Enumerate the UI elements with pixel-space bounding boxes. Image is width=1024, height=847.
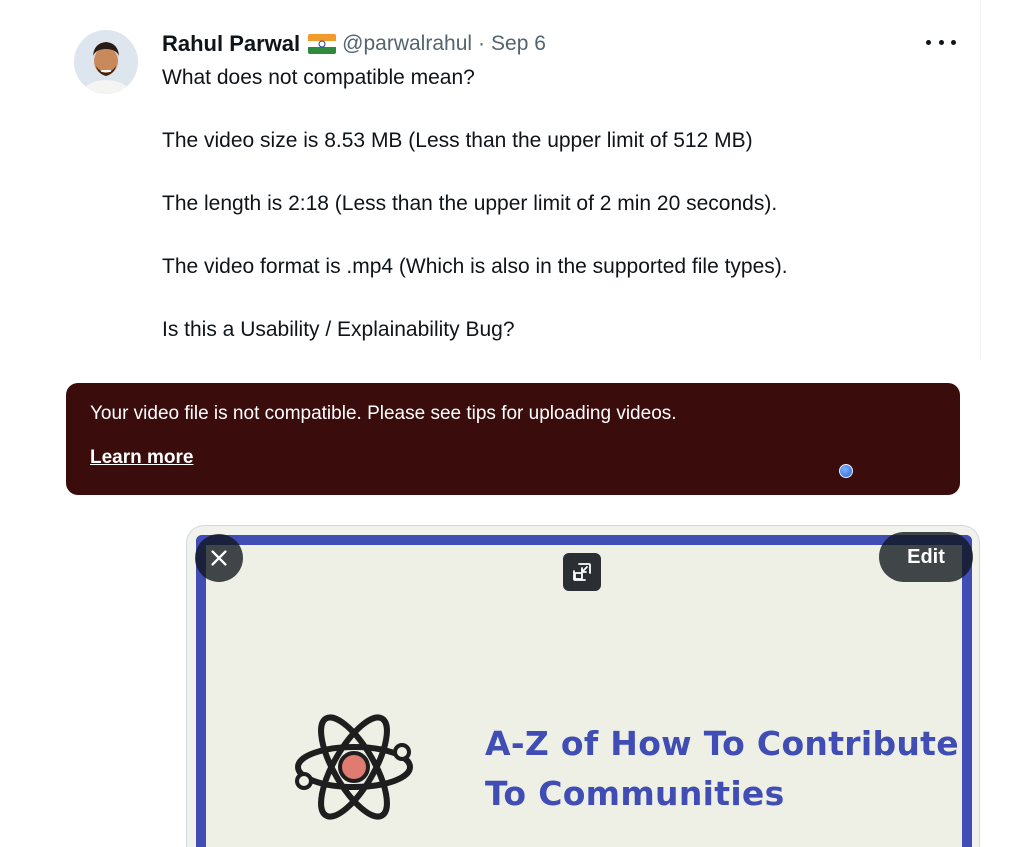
error-banner: Your video file is not compatible. Pleas…: [66, 383, 960, 495]
tweet-text-line: The video format is .mp4 (Which is also …: [162, 255, 788, 278]
header-separator: ·: [478, 32, 486, 55]
more-options-icon[interactable]: [926, 30, 956, 54]
tweet-text-line: What does not compatible mean?: [162, 66, 475, 89]
learn-more-link[interactable]: Learn more: [90, 447, 193, 469]
close-icon: [211, 550, 227, 566]
avatar-photo: [74, 30, 138, 94]
close-button[interactable]: [195, 534, 243, 582]
atom-icon: [295, 714, 413, 820]
tweet-divider: [980, 0, 981, 360]
media-attachment: A-Z of How To Contribute To Communities …: [186, 525, 980, 847]
error-message: Your video file is not compatible. Pleas…: [90, 403, 677, 424]
resize-icon: [573, 563, 591, 581]
cursor-indicator: [839, 464, 853, 478]
edit-button[interactable]: Edit: [879, 532, 973, 582]
india-flag-icon: [308, 34, 337, 54]
video-title-line: A-Z of How To Contribute: [485, 724, 959, 763]
author-name[interactable]: Rahul Parwal: [162, 31, 300, 57]
tweet-text-line: The video size is 8.53 MB (Less than the…: [162, 129, 753, 152]
tweet-date[interactable]: Sep 6: [491, 32, 546, 56]
video-title-line: To Communities: [485, 774, 785, 813]
author-handle[interactable]: @parwalrahul: [342, 32, 472, 56]
video-title: A-Z of How To Contribute To Communities: [485, 719, 959, 819]
tweet-text-line: Is this a Usability / Explainability Bug…: [162, 318, 515, 341]
tweet-header: Rahul Parwal @parwalrahul · Sep 6: [162, 30, 546, 58]
tweet-text-line: The length is 2:18 (Less than the upper …: [162, 192, 778, 215]
avatar[interactable]: [74, 30, 138, 94]
resize-button[interactable]: [563, 553, 601, 591]
